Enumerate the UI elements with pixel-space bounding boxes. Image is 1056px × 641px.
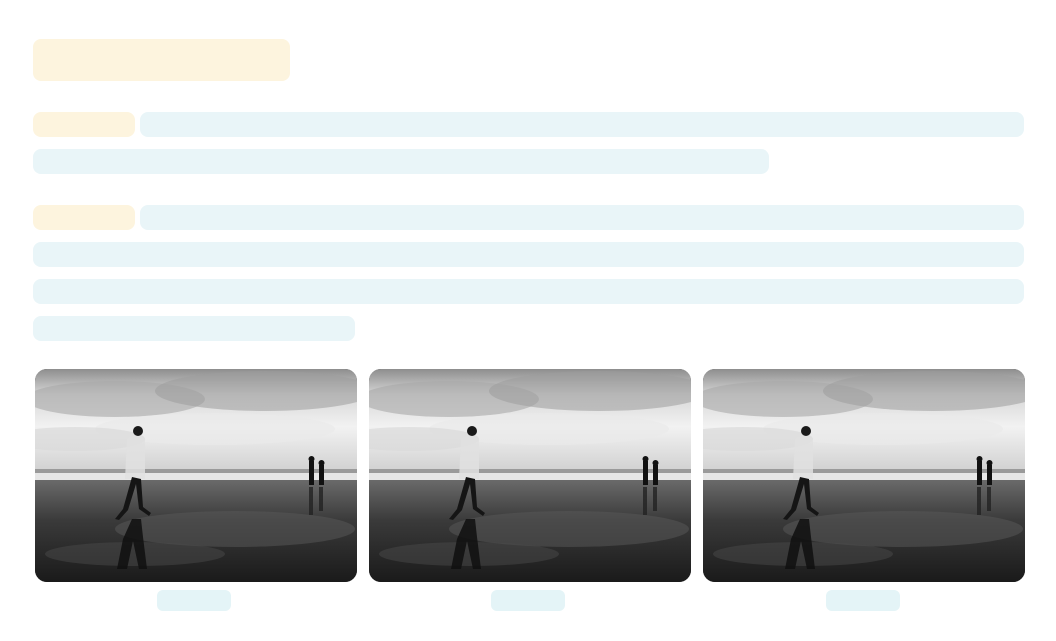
section-2-text-line <box>140 205 1024 230</box>
gallery-image-1[interactable] <box>35 369 357 582</box>
beach-walker-photo <box>35 369 357 582</box>
gallery-caption-1 <box>157 590 231 611</box>
section-2-text-line <box>33 279 1024 304</box>
beach-walker-photo <box>703 369 1025 582</box>
section-1-text-line <box>33 149 769 174</box>
section-2-label-placeholder <box>33 205 135 230</box>
gallery-caption-2 <box>491 590 565 611</box>
gallery-image-2[interactable] <box>369 369 691 582</box>
gallery-caption-3 <box>826 590 900 611</box>
section-2-text-line <box>33 316 355 341</box>
section-2-text-line <box>33 242 1024 267</box>
gallery-image-3[interactable] <box>703 369 1025 582</box>
beach-walker-photo <box>369 369 691 582</box>
page-title-placeholder <box>33 39 290 81</box>
section-1-text-line <box>140 112 1024 137</box>
section-1-label-placeholder <box>33 112 135 137</box>
